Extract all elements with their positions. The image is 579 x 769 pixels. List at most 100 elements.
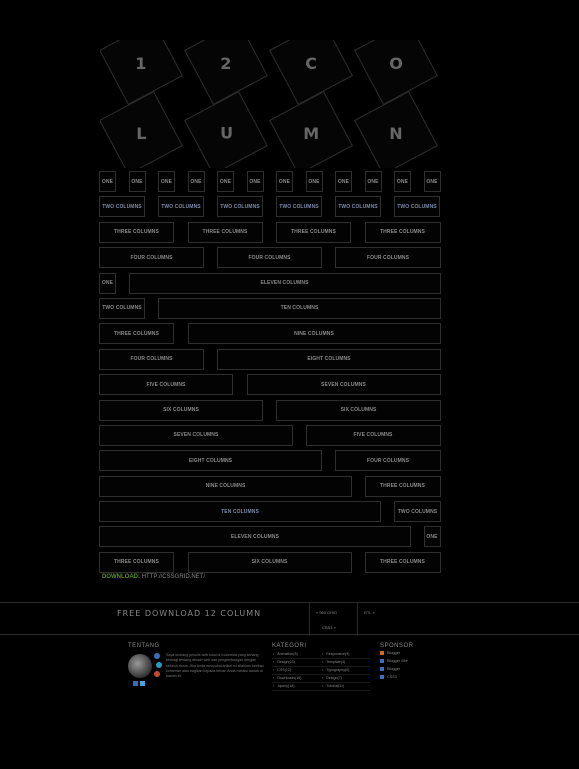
category-link[interactable]: Animation(8) [273, 652, 297, 656]
download-label: DOWNLOAD: [102, 574, 140, 580]
site-icon [380, 667, 384, 671]
grid-cell: ONE [187, 171, 205, 192]
grid-cell: ONE [394, 171, 411, 192]
grid-cell: THREE COLUMNS [364, 475, 441, 497]
grid-cell: TWO COLUMNS [217, 196, 263, 218]
grid-cell: EIGHT COLUMNS [217, 348, 441, 370]
grid-cell: ELEVEN COLUMNS [99, 526, 411, 548]
rss-icon [154, 671, 160, 677]
divider [272, 674, 370, 675]
category-link[interactable]: Design(7) [322, 676, 342, 680]
about-heading: TENTANG [128, 643, 160, 649]
sponsor-link[interactable]: Blogger [380, 667, 400, 671]
facebook-icon[interactable] [133, 681, 138, 686]
sponsor-heading: SPONSOR [380, 643, 414, 649]
title-tile: M [269, 91, 353, 168]
grid-cell: ONE [99, 171, 116, 192]
grid-cell: TWO COLUMNS [276, 196, 322, 218]
site-icon [380, 659, 384, 663]
grid-row: FOUR COLUMNS EIGHT COLUMNS [99, 348, 441, 370]
grid-cell: FOUR COLUMNS [335, 450, 441, 472]
info-icon [154, 653, 160, 659]
sponsor-link[interactable]: CSS3 [380, 675, 397, 679]
divider [357, 603, 358, 636]
download-link[interactable]: HTTP://CSSGRID.NET/ [142, 574, 205, 580]
category-link[interactable]: Tutorial(11) [322, 684, 344, 688]
grid-cell: ONE [335, 171, 352, 192]
category-link[interactable]: Jquery(18) [273, 684, 294, 688]
footer-bar: FREE DOWNLOAD 12 COLUMN « 960 GRID RTL »… [0, 602, 579, 636]
category-link[interactable]: Design(23) [273, 660, 295, 664]
grid-row: FIVE COLUMNS SEVEN COLUMNS [99, 374, 441, 396]
grid-cell: ONE [423, 171, 441, 192]
grid-cell: TWO COLUMNS [394, 501, 441, 523]
divider [272, 682, 370, 683]
divider [272, 690, 370, 691]
grid-row: ONE ONE ONE ONE ONE ONE ONE ONE ONE ONE … [99, 171, 441, 192]
grid-960-link[interactable]: « 960 GRID [316, 610, 337, 615]
grid-cell: TWO COLUMNS [99, 196, 145, 218]
category-link[interactable]: Downloads(16) [273, 676, 301, 680]
title-tile: L [100, 91, 183, 168]
grid-row: TWO COLUMNS TEN COLUMNS [99, 297, 441, 319]
grid-cell: SIX COLUMNS [99, 399, 263, 421]
grid-row: THREE COLUMNS SIX COLUMNS THREE COLUMNS [99, 551, 441, 573]
grid-cell: FIVE COLUMNS [99, 374, 233, 396]
grid-row: SEVEN COLUMNS FIVE COLUMNS [99, 424, 441, 446]
free-download-link[interactable]: FREE DOWNLOAD 12 COLUMN [117, 609, 261, 618]
title-tile: U [184, 91, 268, 168]
css3-icon [380, 675, 384, 679]
grid-cell: FIVE COLUMNS [305, 424, 441, 446]
avatar [128, 654, 152, 678]
grid-row: FOUR COLUMNS FOUR COLUMNS FOUR COLUMNS [99, 247, 441, 269]
sponsor-link[interactable]: Blogger [380, 651, 400, 655]
grid-row: TWO COLUMNS TWO COLUMNS TWO COLUMNS TWO … [99, 196, 441, 218]
grid-row: THREE COLUMNS THREE COLUMNS THREE COLUMN… [99, 221, 441, 243]
title-tile: 1 [100, 40, 183, 105]
divider [309, 603, 310, 636]
grid-cell: ONE [99, 272, 116, 294]
grid-row: ELEVEN COLUMNS ONE [99, 526, 441, 548]
grid-cell: NINE COLUMNS [99, 475, 352, 497]
grid-row: EIGHT COLUMNS FOUR COLUMNS [99, 450, 441, 472]
grid-cell: THREE COLUMNS [364, 551, 441, 573]
title-tile: C [269, 40, 353, 105]
category-link[interactable]: Template(4) [322, 660, 345, 664]
grid-cell: ELEVEN COLUMNS [128, 272, 441, 294]
grid-cell: ONE [276, 171, 293, 192]
twitter-icon[interactable] [140, 681, 145, 686]
about-text: Saya seorang penulis web lokal di Indone… [166, 653, 264, 679]
grid-cell: TWO COLUMNS [158, 196, 204, 218]
title-tile: 2 [184, 40, 268, 105]
grid-cell: ONE [423, 526, 441, 548]
grid-cell: THREE COLUMNS [99, 551, 174, 573]
grid-cell: THREE COLUMNS [276, 221, 351, 243]
grid-cell: ONE [217, 171, 234, 192]
column-grid-demo: ONE ONE ONE ONE ONE ONE ONE ONE ONE ONE … [99, 171, 441, 577]
category-link[interactable]: Typography(6) [322, 668, 349, 672]
grid-cell: THREE COLUMNS [187, 221, 263, 243]
grid-cell: TEN COLUMNS [158, 297, 441, 319]
grid-cell: TEN COLUMNS [99, 501, 381, 523]
grid-cell: TWO COLUMNS [99, 297, 145, 319]
title-tiles: 1 2 C O L U M N [100, 40, 441, 168]
css3-link[interactable]: CSS3 » [322, 625, 336, 630]
grid-cell: SEVEN COLUMNS [99, 424, 293, 446]
title-tile: N [354, 91, 438, 168]
category-link[interactable]: CSS(12) [273, 668, 291, 672]
grid-cell: TWO COLUMNS [394, 196, 440, 218]
grid-cell: THREE COLUMNS [99, 323, 174, 345]
grid-cell: SEVEN COLUMNS [246, 374, 441, 396]
sponsor-link[interactable]: Blogger Site [380, 659, 408, 663]
categories-heading: KATEGORI [272, 643, 307, 649]
grid-cell: ONE [128, 171, 146, 192]
grid-cell: FOUR COLUMNS [99, 348, 204, 370]
grid-row: TEN COLUMNS TWO COLUMNS [99, 501, 441, 523]
category-link[interactable]: Responsive(9) [322, 652, 349, 656]
grid-cell: ONE [246, 171, 264, 192]
rtl-link[interactable]: RTL » [364, 610, 375, 615]
divider [272, 658, 370, 659]
grid-cell: ONE [364, 171, 382, 192]
grid-cell: FOUR COLUMNS [335, 247, 441, 269]
grid-row: ONE ELEVEN COLUMNS [99, 272, 441, 294]
